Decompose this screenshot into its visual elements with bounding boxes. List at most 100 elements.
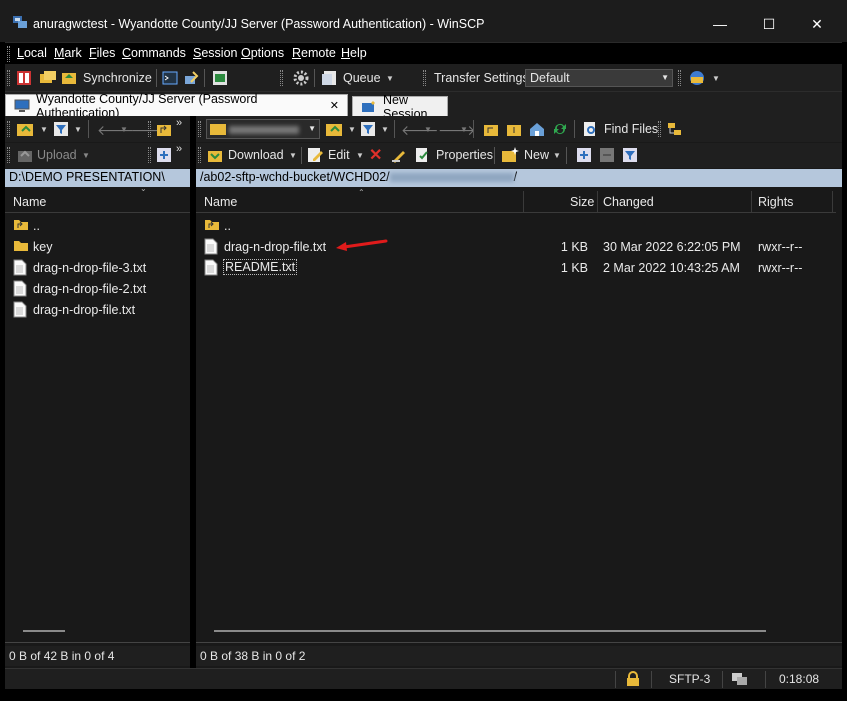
- menu-remote[interactable]: Remote: [292, 46, 336, 60]
- maximize-button[interactable]: ☐: [746, 8, 792, 40]
- toolbar-grip[interactable]: [7, 70, 10, 86]
- local-filter-icon[interactable]: [53, 121, 69, 137]
- properties-button[interactable]: Properties: [436, 148, 493, 162]
- session-dropdown-icon[interactable]: ▼: [712, 74, 720, 83]
- refresh-icon[interactable]: [552, 121, 568, 137]
- transfer-settings-select[interactable]: Default ▼: [525, 69, 673, 87]
- open-in-putty-icon[interactable]: [212, 70, 228, 86]
- tab-new-session[interactable]: New Session: [352, 93, 448, 121]
- filter-select-icon[interactable]: [622, 147, 638, 163]
- download-button[interactable]: Download: [228, 148, 284, 162]
- sync-browse-icon[interactable]: [61, 69, 79, 87]
- list-item[interactable]: ..: [5, 215, 190, 236]
- console-icon[interactable]: [162, 70, 178, 86]
- local-hscrollbar[interactable]: [23, 626, 73, 636]
- remote-col-size[interactable]: Size: [570, 195, 594, 209]
- local-toolbar-grip[interactable]: [7, 121, 10, 137]
- tab-session-active[interactable]: Wyandotte County/JJ Server (Password Aut…: [5, 92, 348, 120]
- remote-forward-dropdown-icon[interactable]: ▼: [460, 125, 468, 134]
- remote-root-dir-icon[interactable]: [506, 121, 522, 137]
- list-item[interactable]: drag-n-drop-file.txt: [5, 299, 190, 320]
- menu-options[interactable]: Options: [241, 46, 284, 60]
- edit-dropdown-icon[interactable]: ▼: [356, 151, 364, 160]
- local-path-bar[interactable]: D:\DEMO PRESENTATION\: [5, 169, 190, 187]
- new-button[interactable]: New: [524, 148, 549, 162]
- file-name: drag-n-drop-file-2.txt: [33, 282, 147, 296]
- local-back-icon[interactable]: 🡐: [97, 122, 135, 139]
- local-new-icon[interactable]: [156, 147, 172, 163]
- remote-back-icon[interactable]: 🡐: [401, 122, 439, 139]
- remote-col-changed[interactable]: Changed: [603, 195, 654, 209]
- local-filter-dropdown-icon[interactable]: ▼: [74, 125, 82, 134]
- list-item[interactable]: drag-n-drop-file-3.txt: [5, 257, 190, 278]
- putty-icon[interactable]: [183, 70, 199, 86]
- toolbar-grip-2: [280, 70, 283, 86]
- find-files-button[interactable]: Find Files: [604, 122, 658, 136]
- new-dropdown-icon[interactable]: ▼: [553, 151, 561, 160]
- remote-back-dropdown-icon[interactable]: ▼: [424, 125, 432, 134]
- local-folder-open-icon[interactable]: [16, 121, 34, 137]
- minimize-button[interactable]: —: [697, 8, 743, 40]
- upload-dropdown-icon[interactable]: ▼: [82, 151, 90, 160]
- table-row[interactable]: README.txt 1 KB 2 Mar 2022 10:43:25 AM rwxr…: [196, 257, 836, 278]
- menu-bar: Local Mark Files Commands Session Option…: [5, 42, 842, 64]
- file-icon: [204, 238, 220, 255]
- queue-dropdown-icon[interactable]: ▼: [386, 74, 394, 83]
- remote-hscrollbar[interactable]: [214, 626, 774, 636]
- table-row[interactable]: drag-n-drop-file.txt 1 KB 30 Mar 2022 6:22…: [196, 236, 836, 257]
- tree-toggle-icon[interactable]: [667, 121, 683, 137]
- compare-directories-icon[interactable]: [16, 70, 32, 86]
- edit-button[interactable]: Edit: [328, 148, 350, 162]
- unselect-files-icon[interactable]: [599, 147, 615, 163]
- local-toolbar-2-grip[interactable]: [7, 147, 10, 163]
- menu-commands[interactable]: Commands: [122, 46, 186, 60]
- list-item[interactable]: drag-n-drop-file-2.txt: [5, 278, 190, 299]
- list-item[interactable]: key: [5, 236, 190, 257]
- remote-directory-select[interactable]: ▼: [206, 119, 320, 139]
- network-monitor-icon[interactable]: [731, 671, 749, 687]
- remote-col-name[interactable]: Name: [204, 195, 237, 209]
- remote-folder-open-icon[interactable]: [325, 121, 343, 137]
- menu-help[interactable]: Help: [341, 46, 367, 60]
- remote-filter-icon[interactable]: [360, 121, 376, 137]
- remote-home-icon[interactable]: [529, 121, 545, 137]
- rename-icon[interactable]: [391, 147, 407, 163]
- menu-grip[interactable]: [7, 46, 10, 62]
- remote-forward-icon[interactable]: 🡒: [438, 122, 476, 139]
- upload-button[interactable]: Upload: [37, 148, 77, 162]
- queue-icon[interactable]: [321, 69, 339, 87]
- preferences-gear-icon[interactable]: [292, 69, 310, 87]
- local-open-dropdown-icon[interactable]: ▼: [40, 125, 48, 134]
- local-parent-dir-icon[interactable]: [156, 121, 172, 137]
- window-title: anuragwctest - Wyandotte County/JJ Serve…: [33, 17, 485, 31]
- download-dropdown-icon[interactable]: ▼: [289, 151, 297, 160]
- remote-toolbar-grip[interactable]: [198, 121, 201, 137]
- remote-col-rights[interactable]: Rights: [758, 195, 793, 209]
- remote-toolbar-2-grip[interactable]: [198, 147, 201, 163]
- queue-button[interactable]: Queue: [343, 71, 381, 85]
- local-col-name[interactable]: Name: [13, 195, 46, 209]
- menu-mark[interactable]: Mark: [54, 46, 82, 60]
- table-row[interactable]: ..: [196, 215, 836, 236]
- delete-icon[interactable]: ✕: [369, 145, 382, 165]
- menu-session[interactable]: Session: [193, 46, 237, 60]
- remote-toolbar-grip-2: [658, 121, 661, 137]
- close-tab-icon[interactable]: ✕: [330, 99, 339, 112]
- sort-ascending-icon: ⌃: [358, 188, 365, 197]
- local-back-dropdown-icon[interactable]: ▼: [120, 125, 128, 134]
- menu-files[interactable]: Files: [89, 46, 115, 60]
- menu-local[interactable]: Local: [17, 46, 47, 60]
- find-files-icon[interactable]: [582, 121, 598, 137]
- local-toolbar-2-overflow-icon[interactable]: »: [176, 143, 182, 155]
- local-toolbar-overflow-icon[interactable]: »: [176, 117, 182, 129]
- select-files-icon[interactable]: [576, 147, 592, 163]
- remote-filter-dropdown-icon[interactable]: ▼: [381, 125, 389, 134]
- close-window-button[interactable]: ✕: [794, 8, 840, 40]
- file-name: drag-n-drop-file.txt: [33, 303, 136, 317]
- remote-path-bar[interactable]: /ab02-sftp-wchd-bucket/WCHD02/ /: [196, 169, 842, 187]
- session-manager-icon[interactable]: [688, 69, 706, 87]
- remote-parent-dir-icon[interactable]: [483, 121, 499, 137]
- synchronize-icon[interactable]: [39, 69, 57, 87]
- remote-open-dropdown-icon[interactable]: ▼: [348, 125, 356, 134]
- synchronize-button[interactable]: Synchronize: [83, 71, 152, 85]
